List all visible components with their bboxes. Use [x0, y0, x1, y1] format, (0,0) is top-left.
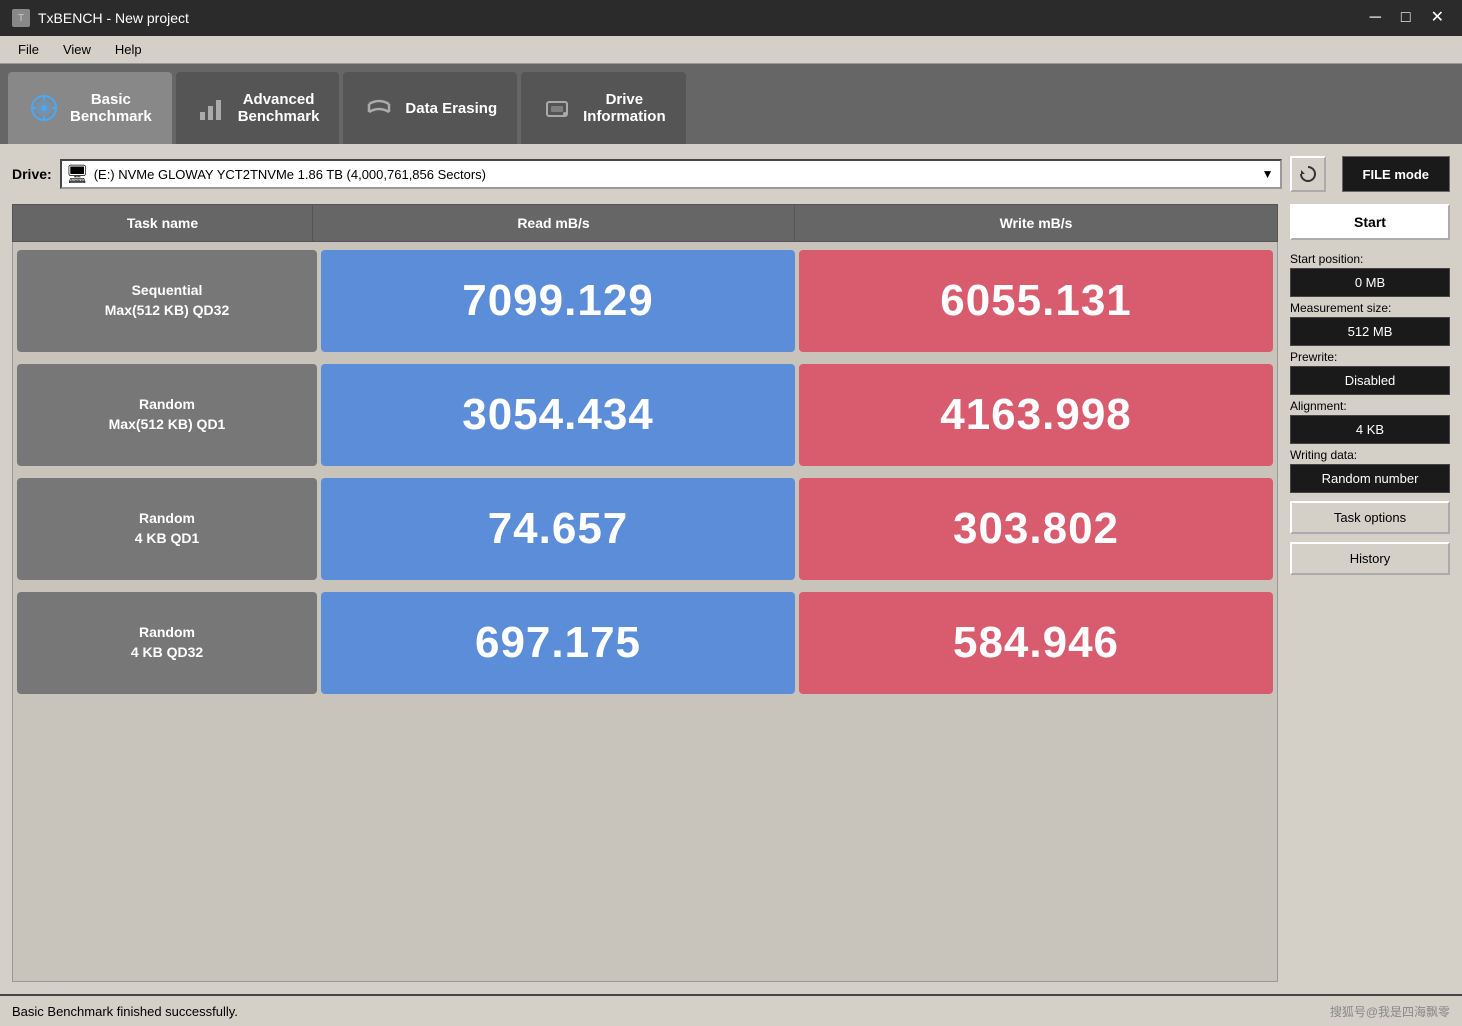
col-write: Write mB/s — [795, 205, 1277, 241]
prewrite-value: Disabled — [1290, 366, 1450, 395]
task-name-3: Random 4 KB QD32 — [17, 592, 317, 694]
read-value-3: 697.175 — [321, 592, 795, 694]
drive-label: Drive: — [12, 166, 52, 182]
title-bar: T TxBENCH - New project ─ □ ✕ — [0, 0, 1462, 36]
drive-select-wrapper: 🖥 (E:) NVMe GLOWAY YCT2TNVMe 1.86 TB (4,… — [60, 156, 1326, 192]
task-name-1: Random Max(512 KB) QD1 — [17, 364, 317, 466]
table-row: Random 4 KB QD32 697.175 584.946 — [13, 588, 1277, 698]
content-wrapper: Task name Read mB/s Write mB/s Sequentia… — [12, 204, 1450, 982]
table-row: Sequential Max(512 KB) QD32 7099.129 605… — [13, 246, 1277, 356]
alignment-section: Alignment: 4 KB — [1290, 399, 1450, 444]
minimize-button[interactable]: ─ — [1364, 10, 1387, 26]
write-value-3: 584.946 — [799, 592, 1273, 694]
measurement-size-value: 512 MB — [1290, 317, 1450, 346]
start-button[interactable]: Start — [1290, 204, 1450, 240]
file-mode-button[interactable]: FILE mode — [1342, 156, 1450, 192]
close-button[interactable]: ✕ — [1425, 10, 1450, 26]
read-value-0: 7099.129 — [321, 250, 795, 352]
write-value-1: 4163.998 — [799, 364, 1273, 466]
tab-drive-information[interactable]: Drive Information — [521, 72, 686, 144]
app-icon: T — [12, 9, 30, 27]
tab-basic-benchmark[interactable]: Basic Benchmark — [8, 72, 172, 144]
benchmark-table-area: Task name Read mB/s Write mB/s Sequentia… — [12, 204, 1278, 982]
maximize-button[interactable]: □ — [1395, 10, 1417, 26]
menu-help[interactable]: Help — [105, 40, 152, 59]
writing-data-label: Writing data: — [1290, 448, 1450, 462]
sidebar: Start Start position: 0 MB Measurement s… — [1290, 204, 1450, 982]
start-position-section: Start position: 0 MB — [1290, 252, 1450, 297]
tab-data-erasing[interactable]: Data Erasing — [343, 72, 517, 144]
measurement-size-label: Measurement size: — [1290, 301, 1450, 315]
col-task-name: Task name — [13, 205, 313, 241]
tab-basic-label: Basic Benchmark — [70, 91, 152, 125]
basic-benchmark-icon — [28, 92, 60, 124]
tab-advanced-label: Advanced Benchmark — [238, 91, 320, 125]
drive-row: Drive: 🖥 (E:) NVMe GLOWAY YCT2TNVMe 1.86… — [12, 156, 1450, 192]
title-bar-left: T TxBENCH - New project — [12, 9, 189, 27]
read-value-1: 3054.434 — [321, 364, 795, 466]
menu-view[interactable]: View — [53, 40, 101, 59]
drive-information-icon — [541, 92, 573, 124]
measurement-size-section: Measurement size: 512 MB — [1290, 301, 1450, 346]
start-position-value: 0 MB — [1290, 268, 1450, 297]
window-controls: ─ □ ✕ — [1364, 10, 1450, 26]
window-title: TxBENCH - New project — [38, 10, 189, 26]
read-value-2: 74.657 — [321, 478, 795, 580]
start-position-label: Start position: — [1290, 252, 1450, 266]
alignment-label: Alignment: — [1290, 399, 1450, 413]
tab-erasing-label: Data Erasing — [405, 100, 497, 117]
menu-bar: File View Help — [0, 36, 1462, 64]
col-read: Read mB/s — [313, 205, 795, 241]
task-name-0: Sequential Max(512 KB) QD32 — [17, 250, 317, 352]
alignment-value: 4 KB — [1290, 415, 1450, 444]
writing-data-section: Writing data: Random number — [1290, 448, 1450, 493]
tab-advanced-benchmark[interactable]: Advanced Benchmark — [176, 72, 340, 144]
table-row: Random 4 KB QD1 74.657 303.802 — [13, 474, 1277, 584]
prewrite-section: Prewrite: Disabled — [1290, 350, 1450, 395]
status-bar: Basic Benchmark finished successfully. 搜… — [0, 994, 1462, 1026]
history-button[interactable]: History — [1290, 542, 1450, 575]
writing-data-value: Random number — [1290, 464, 1450, 493]
drive-select[interactable]: (E:) NVMe GLOWAY YCT2TNVMe 1.86 TB (4,00… — [60, 159, 1282, 189]
task-name-2: Random 4 KB QD1 — [17, 478, 317, 580]
table-header: Task name Read mB/s Write mB/s — [12, 204, 1278, 242]
status-message: Basic Benchmark finished successfully. — [12, 1004, 238, 1019]
watermark: 搜狐号@我是四海飘零 — [1330, 1003, 1450, 1020]
write-value-2: 303.802 — [799, 478, 1273, 580]
drive-icon: 🖥 — [66, 164, 89, 185]
data-erasing-icon — [363, 92, 395, 124]
drive-refresh-button[interactable] — [1290, 156, 1326, 192]
toolbar: Basic Benchmark Advanced Benchmark Data … — [0, 64, 1462, 144]
advanced-benchmark-icon — [196, 92, 228, 124]
table-row: Random Max(512 KB) QD1 3054.434 4163.998 — [13, 360, 1277, 470]
tab-drive-label: Drive Information — [583, 91, 666, 125]
menu-file[interactable]: File — [8, 40, 49, 59]
task-options-button[interactable]: Task options — [1290, 501, 1450, 534]
table-body: Sequential Max(512 KB) QD32 7099.129 605… — [12, 242, 1278, 982]
write-value-0: 6055.131 — [799, 250, 1273, 352]
main-area: Drive: 🖥 (E:) NVMe GLOWAY YCT2TNVMe 1.86… — [0, 144, 1462, 994]
prewrite-label: Prewrite: — [1290, 350, 1450, 364]
